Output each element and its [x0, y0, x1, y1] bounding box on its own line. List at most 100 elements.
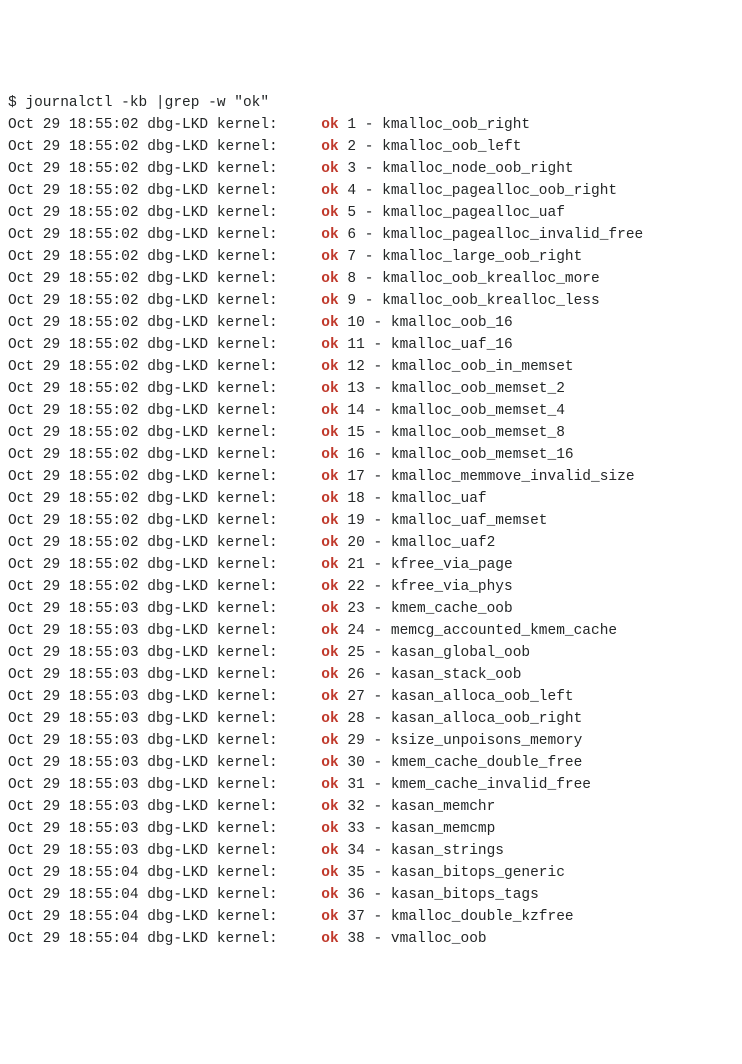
log-prefix: Oct 29 18:55:02 dbg-LKD kernel: — [8, 315, 321, 331]
log-prefix: Oct 29 18:55:02 dbg-LKD kernel: — [8, 249, 321, 265]
log-line: Oct 29 18:55:02 dbg-LKD kernel: ok 22 - … — [8, 576, 734, 598]
log-prefix: Oct 29 18:55:02 dbg-LKD kernel: — [8, 491, 321, 507]
test-name: 14 - kmalloc_oob_memset_4 — [339, 403, 565, 419]
log-line: Oct 29 18:55:04 dbg-LKD kernel: ok 37 - … — [8, 906, 734, 928]
status-ok: ok — [321, 755, 338, 771]
log-prefix: Oct 29 18:55:03 dbg-LKD kernel: — [8, 799, 321, 815]
status-ok: ok — [321, 447, 338, 463]
status-ok: ok — [321, 733, 338, 749]
status-ok: ok — [321, 183, 338, 199]
test-name: 37 - kmalloc_double_kzfree — [339, 909, 574, 925]
log-line: Oct 29 18:55:03 dbg-LKD kernel: ok 33 - … — [8, 818, 734, 840]
status-ok: ok — [321, 227, 338, 243]
log-line: Oct 29 18:55:02 dbg-LKD kernel: ok 4 - k… — [8, 180, 734, 202]
log-line: Oct 29 18:55:02 dbg-LKD kernel: ok 7 - k… — [8, 246, 734, 268]
log-line: Oct 29 18:55:03 dbg-LKD kernel: ok 25 - … — [8, 642, 734, 664]
status-ok: ok — [321, 799, 338, 815]
log-line: Oct 29 18:55:02 dbg-LKD kernel: ok 12 - … — [8, 356, 734, 378]
status-ok: ok — [321, 513, 338, 529]
log-line: Oct 29 18:55:04 dbg-LKD kernel: ok 35 - … — [8, 862, 734, 884]
test-name: 31 - kmem_cache_invalid_free — [339, 777, 591, 793]
log-prefix: Oct 29 18:55:02 dbg-LKD kernel: — [8, 227, 321, 243]
status-ok: ok — [321, 887, 338, 903]
log-line: Oct 29 18:55:02 dbg-LKD kernel: ok 18 - … — [8, 488, 734, 510]
test-name: 8 - kmalloc_oob_krealloc_more — [339, 271, 600, 287]
shell-prompt: $ — [8, 95, 25, 111]
log-prefix: Oct 29 18:55:02 dbg-LKD kernel: — [8, 557, 321, 573]
status-ok: ok — [321, 315, 338, 331]
command-line[interactable]: $ journalctl -kb |grep -w "ok" — [8, 92, 734, 114]
command-text: journalctl -kb |grep -w "ok" — [25, 95, 269, 111]
log-prefix: Oct 29 18:55:02 dbg-LKD kernel: — [8, 183, 321, 199]
test-name: 27 - kasan_alloca_oob_left — [339, 689, 574, 705]
log-prefix: Oct 29 18:55:04 dbg-LKD kernel: — [8, 909, 321, 925]
log-prefix: Oct 29 18:55:02 dbg-LKD kernel: — [8, 359, 321, 375]
status-ok: ok — [321, 557, 338, 573]
status-ok: ok — [321, 689, 338, 705]
status-ok: ok — [321, 117, 338, 133]
test-name: 36 - kasan_bitops_tags — [339, 887, 539, 903]
test-name: 33 - kasan_memcmp — [339, 821, 496, 837]
status-ok: ok — [321, 337, 338, 353]
log-prefix: Oct 29 18:55:03 dbg-LKD kernel: — [8, 733, 321, 749]
status-ok: ok — [321, 667, 338, 683]
status-ok: ok — [321, 139, 338, 155]
test-name: 1 - kmalloc_oob_right — [339, 117, 530, 133]
test-name: 3 - kmalloc_node_oob_right — [339, 161, 574, 177]
test-name: 19 - kmalloc_uaf_memset — [339, 513, 548, 529]
log-line: Oct 29 18:55:04 dbg-LKD kernel: ok 38 - … — [8, 928, 734, 950]
status-ok: ok — [321, 821, 338, 837]
status-ok: ok — [321, 249, 338, 265]
test-name: 12 - kmalloc_oob_in_memset — [339, 359, 574, 375]
log-prefix: Oct 29 18:55:04 dbg-LKD kernel: — [8, 931, 321, 947]
test-name: 9 - kmalloc_oob_krealloc_less — [339, 293, 600, 309]
log-prefix: Oct 29 18:55:02 dbg-LKD kernel: — [8, 117, 321, 133]
log-line: Oct 29 18:55:03 dbg-LKD kernel: ok 32 - … — [8, 796, 734, 818]
log-prefix: Oct 29 18:55:02 dbg-LKD kernel: — [8, 579, 321, 595]
log-prefix: Oct 29 18:55:02 dbg-LKD kernel: — [8, 381, 321, 397]
test-name: 23 - kmem_cache_oob — [339, 601, 513, 617]
terminal-output: $ journalctl -kb |grep -w "ok" Oct 29 18:… — [8, 92, 734, 950]
log-prefix: Oct 29 18:55:03 dbg-LKD kernel: — [8, 623, 321, 639]
log-line: Oct 29 18:55:04 dbg-LKD kernel: ok 36 - … — [8, 884, 734, 906]
log-line: Oct 29 18:55:03 dbg-LKD kernel: ok 29 - … — [8, 730, 734, 752]
log-prefix: Oct 29 18:55:02 dbg-LKD kernel: — [8, 293, 321, 309]
test-name: 17 - kmalloc_memmove_invalid_size — [339, 469, 635, 485]
status-ok: ok — [321, 425, 338, 441]
status-ok: ok — [321, 909, 338, 925]
log-prefix: Oct 29 18:55:02 dbg-LKD kernel: — [8, 271, 321, 287]
log-prefix: Oct 29 18:55:02 dbg-LKD kernel: — [8, 535, 321, 551]
log-prefix: Oct 29 18:55:02 dbg-LKD kernel: — [8, 161, 321, 177]
log-prefix: Oct 29 18:55:03 dbg-LKD kernel: — [8, 755, 321, 771]
test-name: 16 - kmalloc_oob_memset_16 — [339, 447, 574, 463]
log-line: Oct 29 18:55:03 dbg-LKD kernel: ok 26 - … — [8, 664, 734, 686]
status-ok: ok — [321, 579, 338, 595]
status-ok: ok — [321, 271, 338, 287]
log-line: Oct 29 18:55:03 dbg-LKD kernel: ok 27 - … — [8, 686, 734, 708]
status-ok: ok — [321, 601, 338, 617]
log-line: Oct 29 18:55:02 dbg-LKD kernel: ok 21 - … — [8, 554, 734, 576]
test-name: 24 - memcg_accounted_kmem_cache — [339, 623, 617, 639]
test-name: 15 - kmalloc_oob_memset_8 — [339, 425, 565, 441]
status-ok: ok — [321, 645, 338, 661]
log-prefix: Oct 29 18:55:02 dbg-LKD kernel: — [8, 403, 321, 419]
log-line: Oct 29 18:55:03 dbg-LKD kernel: ok 23 - … — [8, 598, 734, 620]
status-ok: ok — [321, 623, 338, 639]
test-name: 7 - kmalloc_large_oob_right — [339, 249, 583, 265]
test-name: 35 - kasan_bitops_generic — [339, 865, 565, 881]
log-line: Oct 29 18:55:02 dbg-LKD kernel: ok 11 - … — [8, 334, 734, 356]
status-ok: ok — [321, 293, 338, 309]
test-name: 18 - kmalloc_uaf — [339, 491, 487, 507]
status-ok: ok — [321, 777, 338, 793]
status-ok: ok — [321, 491, 338, 507]
log-line: Oct 29 18:55:02 dbg-LKD kernel: ok 8 - k… — [8, 268, 734, 290]
status-ok: ok — [321, 469, 338, 485]
test-name: 10 - kmalloc_oob_16 — [339, 315, 513, 331]
log-prefix: Oct 29 18:55:02 dbg-LKD kernel: — [8, 205, 321, 221]
test-name: 25 - kasan_global_oob — [339, 645, 530, 661]
log-line: Oct 29 18:55:02 dbg-LKD kernel: ok 17 - … — [8, 466, 734, 488]
log-prefix: Oct 29 18:55:03 dbg-LKD kernel: — [8, 843, 321, 859]
status-ok: ok — [321, 931, 338, 947]
log-line: Oct 29 18:55:02 dbg-LKD kernel: ok 6 - k… — [8, 224, 734, 246]
test-name: 34 - kasan_strings — [339, 843, 504, 859]
